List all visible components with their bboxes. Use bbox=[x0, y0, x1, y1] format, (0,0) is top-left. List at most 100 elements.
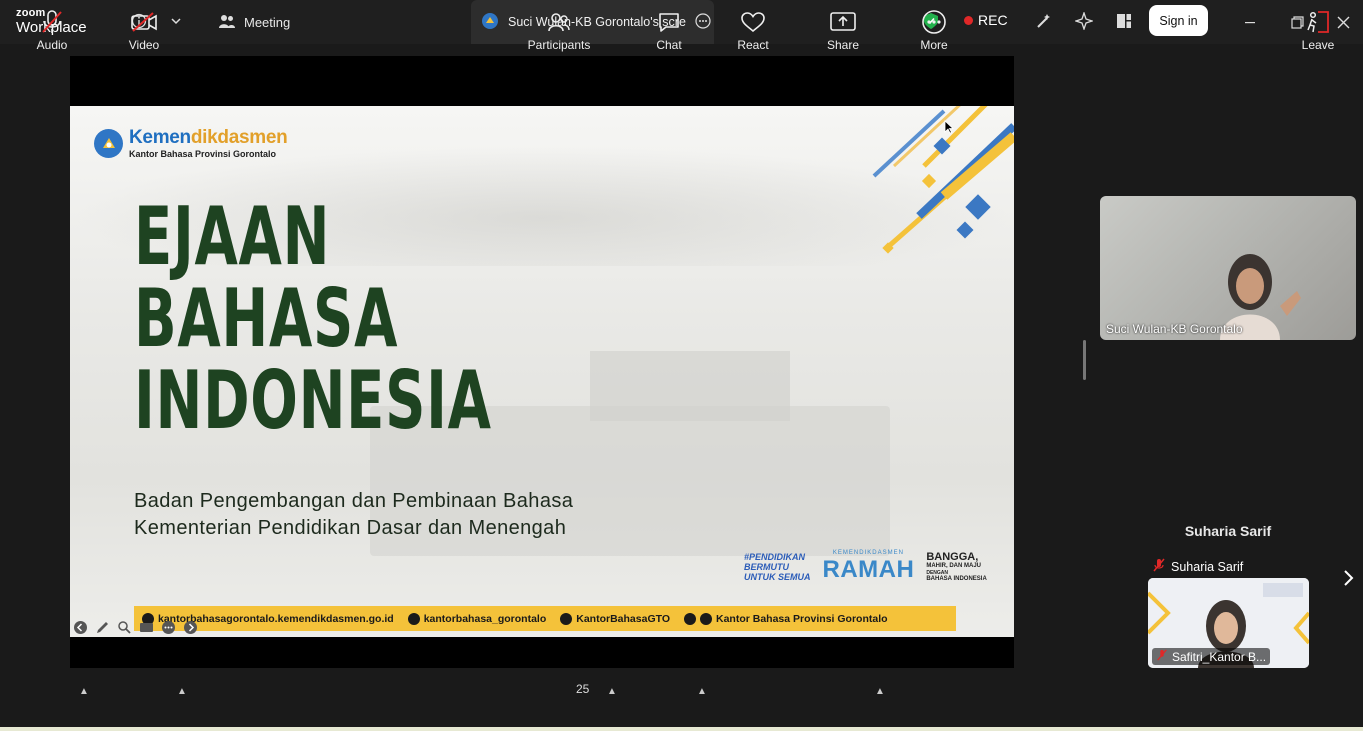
shared-screen[interactable]: Kemendikdasmen Kantor Bahasa Provinsi Go… bbox=[70, 56, 1014, 668]
share-button[interactable]: Share bbox=[808, 8, 878, 52]
previous-slide-icon[interactable] bbox=[72, 619, 88, 635]
ai-sparkle-icon[interactable] bbox=[1074, 11, 1094, 31]
participants-options-caret-icon[interactable]: ▲ bbox=[607, 686, 617, 697]
muted-microphone-icon bbox=[40, 8, 64, 36]
more-label: More bbox=[920, 38, 948, 52]
facebook-icon bbox=[684, 612, 696, 625]
share-label: Share bbox=[826, 38, 860, 52]
active-video-name: Suci Wulan-KB Gorontalo bbox=[1106, 322, 1243, 336]
audio-button[interactable]: Audio bbox=[17, 8, 87, 52]
org-name-part1: Kemen bbox=[129, 127, 191, 148]
share-options-caret-icon[interactable]: ▲ bbox=[875, 686, 885, 697]
speaker-name: Suharia Sarif bbox=[1184, 523, 1272, 539]
footer-facebook-text: Kantor Bahasa Provinsi Gorontalo bbox=[716, 612, 888, 625]
ramah-label: RAMAH bbox=[822, 556, 915, 583]
react-label: React bbox=[737, 38, 769, 52]
tab-meeting-label: Meeting bbox=[244, 14, 291, 30]
kemendikdasmen-logo: Kemendikdasmen Kantor Bahasa Provinsi Go… bbox=[94, 127, 288, 159]
slide-more-icon[interactable] bbox=[160, 619, 176, 635]
participants-label: Participants bbox=[527, 38, 591, 52]
bangga-line-4: BAHASA INDONESIA bbox=[926, 575, 987, 582]
react-button[interactable]: React bbox=[718, 8, 788, 52]
muted-participant-name: Suharia Sarif bbox=[1171, 559, 1244, 574]
next-page-chevron-icon[interactable] bbox=[1339, 566, 1357, 590]
people-icon bbox=[218, 13, 236, 32]
window-bottom-edge bbox=[0, 727, 1363, 731]
twitter-icon bbox=[560, 612, 573, 625]
thumbnail-name-label: Safitri_Kantor B... bbox=[1152, 648, 1271, 665]
video-button[interactable]: Video bbox=[109, 8, 179, 52]
muted-mic-icon bbox=[1152, 558, 1166, 575]
subtitle-line-1: Badan Pengembangan dan Pembinaan Bahasa bbox=[134, 490, 574, 512]
pendidikan-bermutu-logo: #PENDIDIKAN BERMUTU UNTUK SEMUA bbox=[744, 552, 811, 582]
org-subtitle: Kantor Bahasa Provinsi Gorontalo bbox=[129, 149, 277, 159]
instagram-icon bbox=[407, 612, 420, 625]
leave-button[interactable]: Leave bbox=[1283, 8, 1353, 52]
chat-label: Chat bbox=[656, 38, 682, 52]
bangga-line-2: MAHIR, DAN MAJU bbox=[926, 562, 981, 569]
decorative-stripes bbox=[872, 106, 1014, 254]
participant-thumbnail[interactable]: Safitri_Kantor B... bbox=[1148, 578, 1309, 668]
zoom-window: zoom Workplace Meeting Suci Wulan-KB Gor… bbox=[0, 0, 1363, 731]
video-options-caret-icon[interactable]: ▲ bbox=[177, 686, 187, 697]
tab-meeting[interactable]: Meeting bbox=[218, 11, 290, 33]
thumbnail-name: Safitri_Kantor B... bbox=[1172, 649, 1267, 664]
chat-button[interactable]: Chat bbox=[634, 8, 704, 52]
footer-twitter: KantorBahasaGTO bbox=[560, 612, 670, 625]
headline-line-2: BAHASA bbox=[134, 272, 399, 365]
pen-icon[interactable] bbox=[94, 619, 110, 635]
thumb-muted-mic-icon bbox=[1156, 649, 1168, 664]
audio-label: Audio bbox=[36, 38, 68, 52]
share-screen-icon bbox=[829, 8, 857, 36]
pbu-line-2: BERMUTU bbox=[744, 562, 789, 572]
heart-icon bbox=[740, 8, 766, 36]
footer-facebook: Kantor Bahasa Provinsi Gorontalo bbox=[684, 612, 888, 625]
pbu-line-1: #PENDIDIKAN bbox=[744, 552, 806, 562]
org-name: Kemendikdasmen bbox=[129, 127, 288, 148]
slide-subtitle: Badan Pengembangan dan Pembinaan Bahasa … bbox=[134, 488, 573, 542]
headline-line-3: INDONESIA bbox=[134, 354, 492, 447]
muted-participant[interactable]: Suharia Sarif bbox=[1152, 558, 1243, 575]
footer-instagram: kantorbahasa_gorontalo bbox=[407, 612, 547, 625]
participants-icon bbox=[547, 8, 571, 36]
chat-bubble-icon bbox=[657, 8, 681, 36]
sign-in-button[interactable]: Sign in bbox=[1149, 5, 1208, 36]
next-slide-icon[interactable] bbox=[182, 619, 198, 635]
kemdikbud-logo-icon bbox=[481, 12, 499, 33]
bangga-logo: BANGGA, MAHIR, DAN MAJU DENGAN BAHASA IN… bbox=[926, 550, 987, 583]
meeting-toolbar bbox=[0, 669, 1363, 731]
layout-view-icon[interactable] bbox=[1114, 11, 1134, 31]
presentation-slide: Kemendikdasmen Kantor Bahasa Provinsi Go… bbox=[70, 106, 1014, 637]
org-name-part2: dikdasmen bbox=[190, 127, 288, 148]
more-button[interactable]: More bbox=[899, 8, 969, 52]
participants-button[interactable]: Participants bbox=[524, 8, 594, 52]
video-off-icon bbox=[130, 8, 158, 36]
tut-wuri-logo-icon bbox=[94, 129, 123, 158]
campaign-logos: #PENDIDIKAN BERMUTU UNTUK SEMUA KEMENDIK… bbox=[744, 550, 987, 584]
rec-label: REC bbox=[978, 12, 1008, 28]
active-speaker-video[interactable]: Suci Wulan-KB Gorontalo bbox=[1100, 196, 1356, 340]
youtube-icon bbox=[700, 612, 712, 625]
video-label: Video bbox=[128, 38, 160, 52]
footer-instagram-text: kantorbahasa_gorontalo bbox=[423, 612, 547, 625]
headline-line-1: EJAAN bbox=[134, 190, 331, 283]
participants-count: 25 bbox=[576, 682, 590, 696]
more-dots-icon bbox=[921, 8, 947, 36]
ramah-logo: KEMENDIKDASMEN RAMAH bbox=[823, 550, 915, 584]
zoom-magnifier-icon[interactable] bbox=[116, 619, 132, 635]
panel-resize-handle[interactable] bbox=[1083, 340, 1086, 380]
mouse-cursor-icon bbox=[944, 120, 955, 139]
recording-indicator[interactable]: REC bbox=[964, 12, 1008, 28]
pbu-line-3: UNTUK SEMUA bbox=[744, 572, 811, 582]
chat-options-caret-icon[interactable]: ▲ bbox=[697, 686, 707, 697]
bangga-line-1: BANGGA, bbox=[926, 550, 979, 563]
leave-label: Leave bbox=[1301, 38, 1335, 52]
subtitles-icon[interactable] bbox=[138, 619, 154, 635]
leave-door-icon bbox=[1305, 8, 1331, 36]
slideshow-controls bbox=[72, 619, 198, 635]
annotate-wand-icon[interactable] bbox=[1034, 11, 1054, 31]
footer-twitter-text: KantorBahasaGTO bbox=[576, 612, 670, 625]
subtitle-line-2: Kementerian Pendidikan Dasar dan Menenga… bbox=[134, 517, 567, 539]
minimize-icon[interactable] bbox=[1240, 12, 1260, 32]
audio-options-caret-icon[interactable]: ▲ bbox=[79, 686, 89, 697]
